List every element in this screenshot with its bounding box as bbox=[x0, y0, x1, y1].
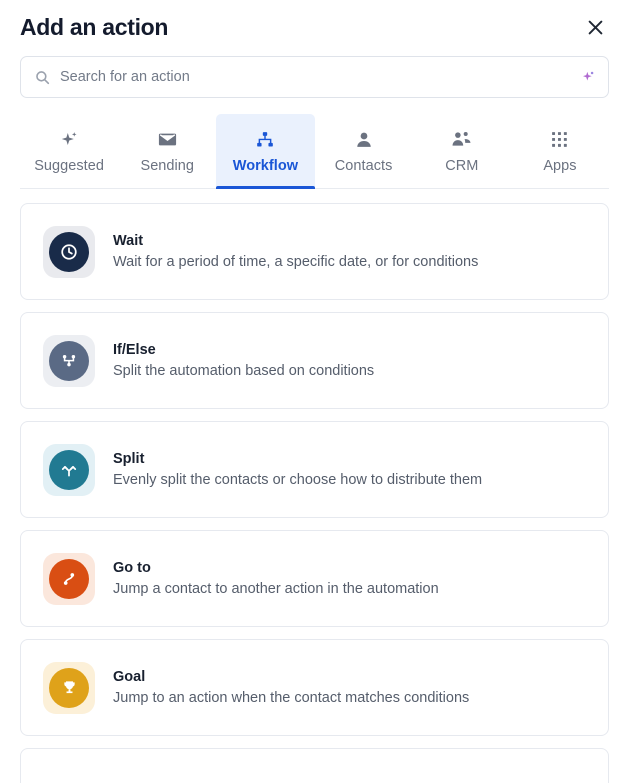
icon-tile bbox=[43, 225, 95, 278]
tab-sending[interactable]: Sending bbox=[118, 114, 216, 188]
card-description: Wait for a period of time, a specific da… bbox=[113, 254, 479, 270]
card-description: Jump a contact to another action in the … bbox=[113, 581, 439, 597]
card-title: Go to bbox=[113, 560, 151, 576]
close-icon[interactable] bbox=[581, 14, 609, 42]
icon-tile bbox=[43, 443, 95, 496]
search-box[interactable] bbox=[20, 56, 609, 98]
jump-path-icon bbox=[49, 558, 89, 599]
icon-tile bbox=[43, 334, 95, 387]
page-title: Add an action bbox=[20, 14, 169, 40]
action-card-wait[interactable]: Wait Wait for a period of time, a specif… bbox=[20, 203, 609, 300]
action-card-partial[interactable] bbox=[20, 748, 609, 783]
card-title: Split bbox=[113, 451, 145, 467]
fork-arrows-icon bbox=[49, 449, 89, 490]
card-text: Goal Jump to an action when the contact … bbox=[113, 669, 469, 706]
icon-tile bbox=[43, 552, 95, 605]
sparkle-ai-icon[interactable] bbox=[581, 70, 596, 85]
tab-label: Contacts bbox=[334, 157, 393, 174]
tab-label: Workflow bbox=[232, 157, 299, 174]
card-title: If/Else bbox=[113, 342, 156, 358]
card-title: Goal bbox=[113, 669, 146, 685]
icon-tile bbox=[43, 661, 95, 714]
tab-crm[interactable]: CRM bbox=[413, 114, 511, 188]
trophy-icon bbox=[49, 667, 89, 708]
tab-label: CRM bbox=[445, 157, 479, 174]
workflow-hierarchy-icon bbox=[255, 129, 275, 151]
card-description: Evenly split the contacts or choose how … bbox=[113, 472, 483, 488]
tab-suggested[interactable]: Suggested bbox=[20, 114, 118, 188]
card-description: Split the automation based on conditions bbox=[113, 363, 375, 379]
tab-contacts[interactable]: Contacts bbox=[315, 114, 413, 188]
tab-apps[interactable]: Apps bbox=[511, 114, 609, 188]
card-text: Split Evenly split the contacts or choos… bbox=[113, 451, 482, 488]
sparkle-icon bbox=[60, 129, 79, 151]
search-input[interactable] bbox=[60, 69, 571, 85]
action-list: Wait Wait for a period of time, a specif… bbox=[0, 189, 629, 783]
card-text: Go to Jump a contact to another action i… bbox=[113, 560, 439, 597]
people-group-icon bbox=[451, 129, 472, 151]
search-icon bbox=[35, 70, 50, 85]
tab-label: Apps bbox=[543, 157, 577, 174]
search-section bbox=[0, 46, 629, 98]
card-text: Wait Wait for a period of time, a specif… bbox=[113, 233, 478, 270]
card-text: If/Else Split the automation based on co… bbox=[113, 342, 374, 379]
tab-workflow[interactable]: Workflow bbox=[216, 114, 315, 189]
clock-icon bbox=[49, 231, 89, 272]
tab-label: Suggested bbox=[34, 157, 104, 174]
action-card-goal[interactable]: Goal Jump to an action when the contact … bbox=[20, 639, 609, 736]
card-description: Jump to an action when the contact match… bbox=[113, 690, 470, 706]
action-card-split[interactable]: Split Evenly split the contacts or choos… bbox=[20, 421, 609, 518]
panel-header: Add an action bbox=[0, 0, 629, 46]
card-title: Wait bbox=[113, 233, 144, 249]
action-card-if-else[interactable]: If/Else Split the automation based on co… bbox=[20, 312, 609, 409]
grid-dots-icon bbox=[550, 129, 569, 151]
envelope-icon bbox=[157, 129, 178, 151]
action-card-go-to[interactable]: Go to Jump a contact to another action i… bbox=[20, 530, 609, 627]
tab-label: Sending bbox=[140, 157, 195, 174]
branch-split-icon bbox=[49, 340, 89, 381]
tab-bar: Suggested Sending Workflow Contacts CRM … bbox=[20, 114, 609, 189]
person-icon bbox=[354, 129, 374, 151]
add-action-panel: Add an action Search for an action Sugge… bbox=[0, 0, 629, 783]
